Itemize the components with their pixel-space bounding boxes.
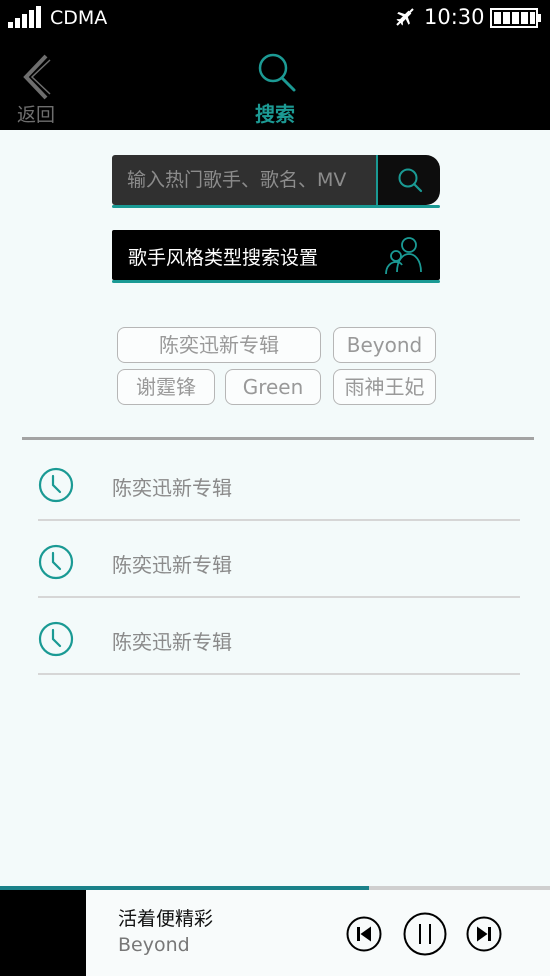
page-title: 搜索 xyxy=(255,102,295,126)
next-track-icon[interactable] xyxy=(466,916,502,952)
airplane-mode-icon xyxy=(396,8,414,26)
history-item[interactable]: 陈奕迅新专辑 xyxy=(38,521,520,598)
nav-bar: 返回 搜索 xyxy=(0,38,550,130)
style-search-settings-label: 歌手风格类型搜索设置 xyxy=(128,247,319,269)
search-button[interactable] xyxy=(376,155,440,205)
search-icon xyxy=(398,168,423,193)
clock-icon xyxy=(38,621,74,657)
status-bar: CDMA 10:30 xyxy=(0,0,550,38)
previous-track-icon[interactable] xyxy=(346,916,382,952)
history-item-label: 陈奕迅新专辑 xyxy=(112,476,232,500)
hot-tag[interactable]: 雨神王妃 xyxy=(333,369,436,405)
search-box xyxy=(112,155,440,208)
pause-icon[interactable] xyxy=(403,912,447,956)
style-underline xyxy=(112,280,440,283)
section-divider xyxy=(22,437,534,440)
history-item[interactable]: 陈奕迅新专辑 xyxy=(38,444,520,521)
battery-full-icon xyxy=(490,8,541,28)
singer-people-icon xyxy=(385,237,422,275)
history-item[interactable]: 陈奕迅新专辑 xyxy=(38,598,520,675)
status-time: 10:30 xyxy=(424,5,485,29)
search-underline xyxy=(112,205,440,208)
album-art[interactable] xyxy=(0,890,86,976)
hot-tag[interactable]: Green xyxy=(225,369,321,405)
search-input[interactable] xyxy=(112,155,376,205)
song-artist: Beyond xyxy=(118,934,190,956)
hot-tag[interactable]: 陈奕迅新专辑 xyxy=(117,327,321,363)
hot-tag[interactable]: 谢霆锋 xyxy=(117,369,215,405)
song-title: 活着便精彩 xyxy=(118,908,214,930)
carrier-name: CDMA xyxy=(50,7,108,29)
chevron-left-icon xyxy=(23,54,51,100)
style-search-settings-button[interactable]: 歌手风格类型搜索设置 xyxy=(112,230,440,283)
history-item-label: 陈奕迅新专辑 xyxy=(112,630,232,654)
clock-icon xyxy=(38,544,74,580)
search-icon xyxy=(258,53,296,92)
style-search-settings-body: 歌手风格类型搜索设置 xyxy=(112,230,440,280)
clock-icon xyxy=(38,467,74,503)
signal-bars-icon xyxy=(8,6,41,28)
mini-player: 活着便精彩 Beyond xyxy=(0,890,550,976)
hot-tag[interactable]: Beyond xyxy=(333,327,436,363)
history-item-label: 陈奕迅新专辑 xyxy=(112,553,232,577)
history-divider xyxy=(38,673,520,675)
